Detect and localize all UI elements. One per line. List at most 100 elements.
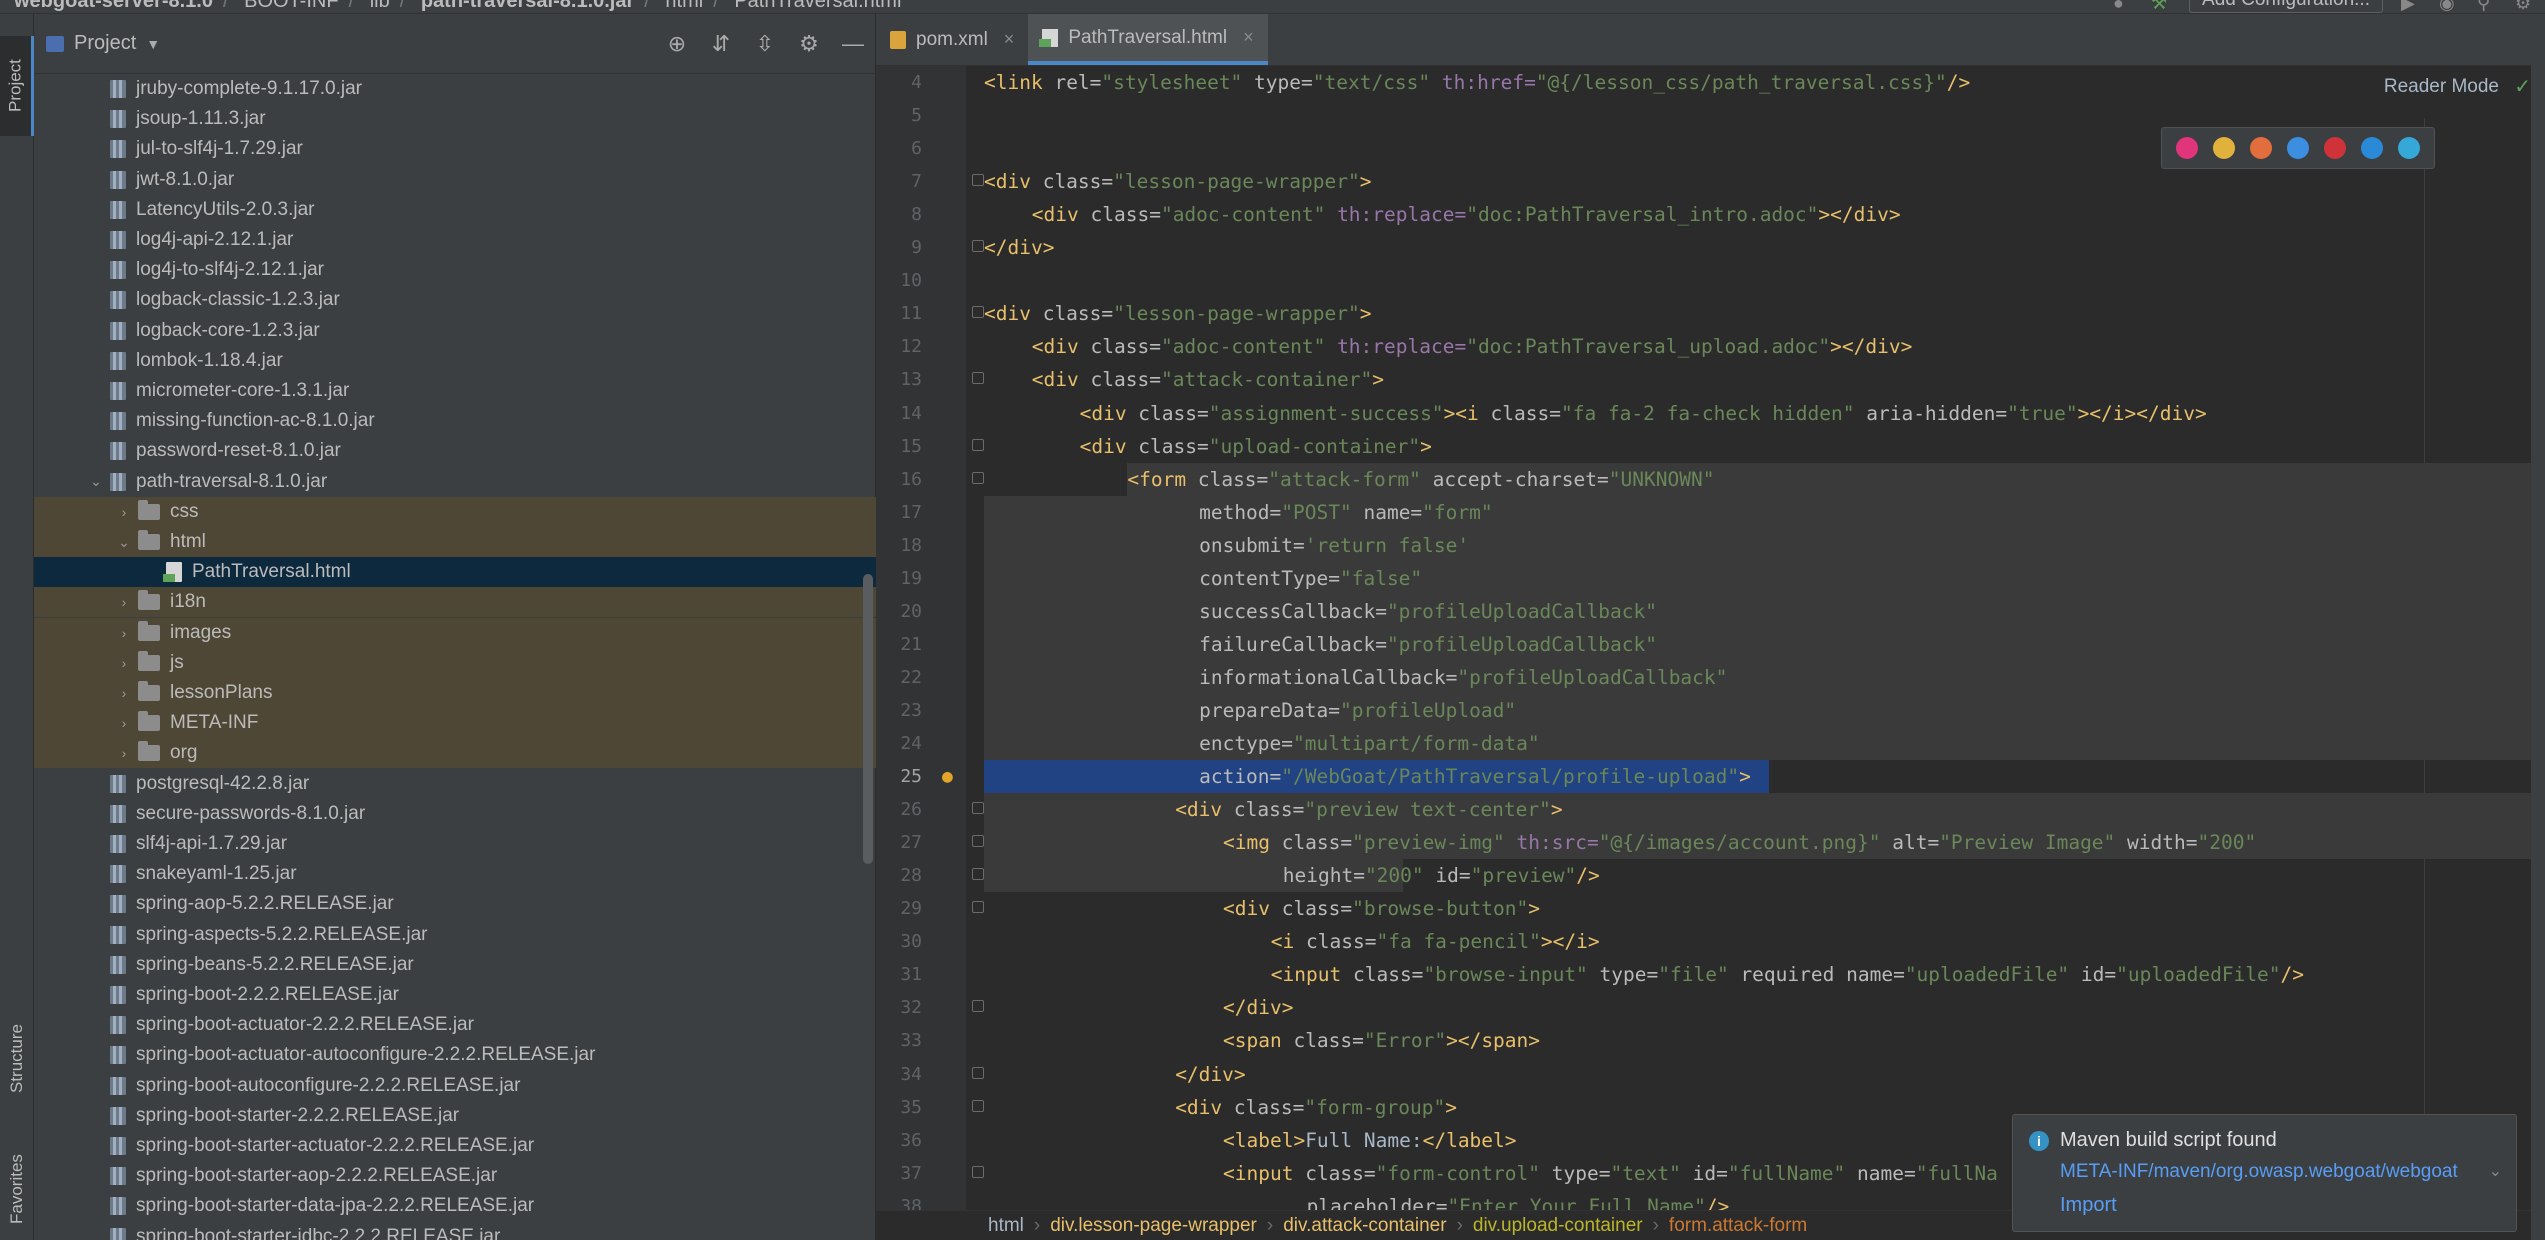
- code-line[interactable]: 19 contentType="false": [876, 561, 2545, 595]
- chevron-down-icon[interactable]: ⌄: [86, 473, 106, 490]
- nav-crumb-project[interactable]: webgoat-server-8.1.0: [14, 0, 213, 12]
- code-line[interactable]: 31 <input class="browse-input" type="file…: [876, 958, 2545, 991]
- tree-jar[interactable]: spring-boot-starter-2.2.2.RELEASE.jar: [34, 1101, 876, 1131]
- fold-marker-icon[interactable]: [972, 901, 984, 914]
- tree-jar[interactable]: spring-boot-starter-data-jpa-2.2.2.RELEA…: [34, 1191, 876, 1221]
- code-line[interactable]: 22 informationalCallback="profileUploadCa…: [876, 660, 2545, 694]
- gear-icon[interactable]: ⚙: [798, 31, 820, 57]
- tree-jar[interactable]: jsoup-1.11.3.jar: [34, 104, 876, 134]
- run-icon[interactable]: ▶: [2401, 0, 2421, 12]
- code-line[interactable]: 21 failureCallback="profileUploadCallback…: [876, 627, 2545, 661]
- inspection-ok-icon[interactable]: ✓: [2514, 74, 2531, 99]
- chevron-right-icon[interactable]: ›: [114, 594, 134, 610]
- close-icon[interactable]: ×: [1243, 27, 1254, 48]
- breadcrumb-item[interactable]: div.upload-container: [1473, 1215, 1643, 1237]
- code-line[interactable]: 28 height="200" id="preview"/>: [876, 859, 2545, 893]
- tree-folder[interactable]: › js: [34, 647, 876, 678]
- tree-jar[interactable]: spring-beans-5.2.2.RELEASE.jar: [34, 950, 876, 980]
- code-line[interactable]: 15 <div class="upload-container">: [876, 430, 2545, 463]
- code-line[interactable]: 16 <form class="attack-form" accept-chars…: [876, 462, 2545, 496]
- code-line[interactable]: 11 <div class="lesson-page-wrapper">: [876, 297, 2545, 330]
- nav-crumb-boot-inf[interactable]: BOOT-INF: [244, 0, 338, 12]
- intention-bulb-icon[interactable]: ●: [942, 760, 953, 793]
- code-line[interactable]: 8 <div class="adoc-content" th:replace="d…: [876, 198, 2545, 231]
- chevron-down-icon[interactable]: ⌄: [114, 534, 134, 551]
- fold-marker-icon[interactable]: [972, 372, 984, 385]
- tree-file[interactable]: PathTraversal.html: [34, 557, 876, 588]
- notification-path-link[interactable]: META-INF/maven/org.owasp.webgoat/webgoat: [2060, 1161, 2480, 1183]
- opera-icon[interactable]: [2324, 137, 2347, 159]
- user-icon[interactable]: ●: [2113, 0, 2133, 12]
- firefox-icon[interactable]: [2249, 137, 2272, 159]
- tree-jar[interactable]: spring-aop-5.2.2.RELEASE.jar: [34, 889, 876, 919]
- breadcrumb-item[interactable]: html: [988, 1215, 1024, 1237]
- tree-folder[interactable]: › lessonPlans: [34, 678, 876, 708]
- code-line[interactable]: 29 <div class="browse-button">: [876, 892, 2545, 925]
- project-tool-tab[interactable]: Project: [0, 36, 34, 136]
- fold-marker-icon[interactable]: [972, 438, 984, 451]
- fold-marker-icon[interactable]: [972, 240, 984, 253]
- safari-icon[interactable]: [2286, 137, 2309, 159]
- tree-jar[interactable]: LatencyUtils-2.0.3.jar: [34, 195, 876, 225]
- chevron-right-icon[interactable]: ›: [114, 715, 134, 731]
- expand-all-icon[interactable]: ⇵: [710, 31, 732, 57]
- chevron-right-icon[interactable]: ›: [114, 745, 134, 761]
- tree-folder[interactable]: › css: [34, 496, 876, 527]
- fold-marker-icon[interactable]: [972, 174, 984, 187]
- tree-folder[interactable]: › META-INF: [34, 708, 876, 739]
- code-line[interactable]: 20 successCallback="profileUploadCallback…: [876, 594, 2545, 628]
- project-view-selector[interactable]: Project: [74, 32, 136, 55]
- close-icon[interactable]: ×: [1004, 29, 1015, 50]
- tree-jar[interactable]: spring-boot-starter-actuator-2.2.2.RELEA…: [34, 1131, 876, 1161]
- structure-tool-tab[interactable]: Structure: [0, 1004, 34, 1114]
- tree-jar[interactable]: lombok-1.18.4.jar: [34, 346, 876, 376]
- fold-marker-icon[interactable]: [972, 1000, 984, 1013]
- code-line[interactable]: 7 <div class="lesson-page-wrapper">: [876, 165, 2545, 198]
- chrome-icon[interactable]: [2212, 137, 2235, 159]
- nav-crumb-lib[interactable]: lib: [370, 0, 390, 12]
- import-link[interactable]: Import: [2060, 1194, 2117, 1217]
- code-line[interactable]: 32 </div>: [876, 991, 2545, 1024]
- tree-jar[interactable]: spring-boot-2.2.2.RELEASE.jar: [34, 980, 876, 1010]
- project-tree-scrollbar[interactable]: [863, 574, 873, 864]
- breadcrumb-item[interactable]: div.attack-container: [1283, 1215, 1446, 1237]
- chevron-right-icon[interactable]: ›: [114, 655, 134, 671]
- collapse-all-icon[interactable]: ⇳: [754, 31, 776, 57]
- tree-jar[interactable]: spring-boot-starter-aop-2.2.2.RELEASE.ja…: [34, 1161, 876, 1191]
- tree-jar[interactable]: ⌄ path-traversal-8.1.0.jar: [34, 467, 876, 497]
- tree-folder[interactable]: › images: [34, 617, 876, 648]
- code-line[interactable]: 12 <div class="adoc-content" th:replace="…: [876, 330, 2545, 363]
- tree-jar[interactable]: slf4j-api-1.7.29.jar: [34, 829, 876, 859]
- tree-jar[interactable]: logback-classic-1.2.3.jar: [34, 285, 876, 315]
- tree-jar[interactable]: snakeyaml-1.25.jar: [34, 859, 876, 889]
- tree-jar[interactable]: log4j-api-2.12.1.jar: [34, 225, 876, 255]
- tree-jar[interactable]: log4j-to-slf4j-2.12.1.jar: [34, 255, 876, 285]
- tree-folder[interactable]: ⌄ html: [34, 527, 876, 557]
- code-line[interactable]: 17 method="POST" name="form": [876, 495, 2545, 529]
- tree-jar[interactable]: secure-passwords-8.1.0.jar: [34, 799, 876, 829]
- chevron-down-icon[interactable]: ⌄: [2489, 1161, 2502, 1181]
- tree-jar[interactable]: micrometer-core-1.3.1.jar: [34, 376, 876, 406]
- code-line[interactable]: 30 <i class="fa fa-pencil"></i>: [876, 925, 2545, 958]
- breadcrumb-item[interactable]: form.attack-form: [1669, 1215, 1807, 1237]
- fold-marker-icon[interactable]: [972, 1066, 984, 1079]
- nav-crumb-jar[interactable]: path-traversal-8.1.0.jar: [421, 0, 634, 12]
- edge-icon[interactable]: [2398, 137, 2421, 159]
- tree-folder[interactable]: › i18n: [34, 587, 876, 618]
- code-line[interactable]: 13 <div class="attack-container">: [876, 363, 2545, 396]
- tree-jar[interactable]: jruby-complete-9.1.17.0.jar: [34, 74, 876, 104]
- fold-marker-icon[interactable]: [972, 306, 984, 319]
- debug-icon[interactable]: ◉: [2439, 0, 2459, 12]
- chevron-down-icon[interactable]: ▼: [146, 36, 160, 52]
- fold-marker-icon[interactable]: [972, 868, 984, 881]
- code-line[interactable]: 10: [876, 264, 2545, 297]
- breadcrumb-item[interactable]: div.lesson-page-wrapper: [1050, 1215, 1257, 1237]
- code-line[interactable]: 23 prepareData="profileUpload": [876, 693, 2545, 727]
- nav-crumb-html[interactable]: html: [665, 0, 703, 12]
- code-line[interactable]: 34 </div>: [876, 1058, 2545, 1091]
- code-line[interactable]: 4 <link rel="stylesheet" type="text/css" …: [876, 66, 2545, 99]
- tree-folder[interactable]: › org: [34, 738, 876, 769]
- chevron-right-icon[interactable]: ›: [114, 504, 134, 520]
- ie-icon[interactable]: [2361, 137, 2384, 159]
- editor-tab[interactable]: PathTraversal.html ×: [1028, 14, 1268, 65]
